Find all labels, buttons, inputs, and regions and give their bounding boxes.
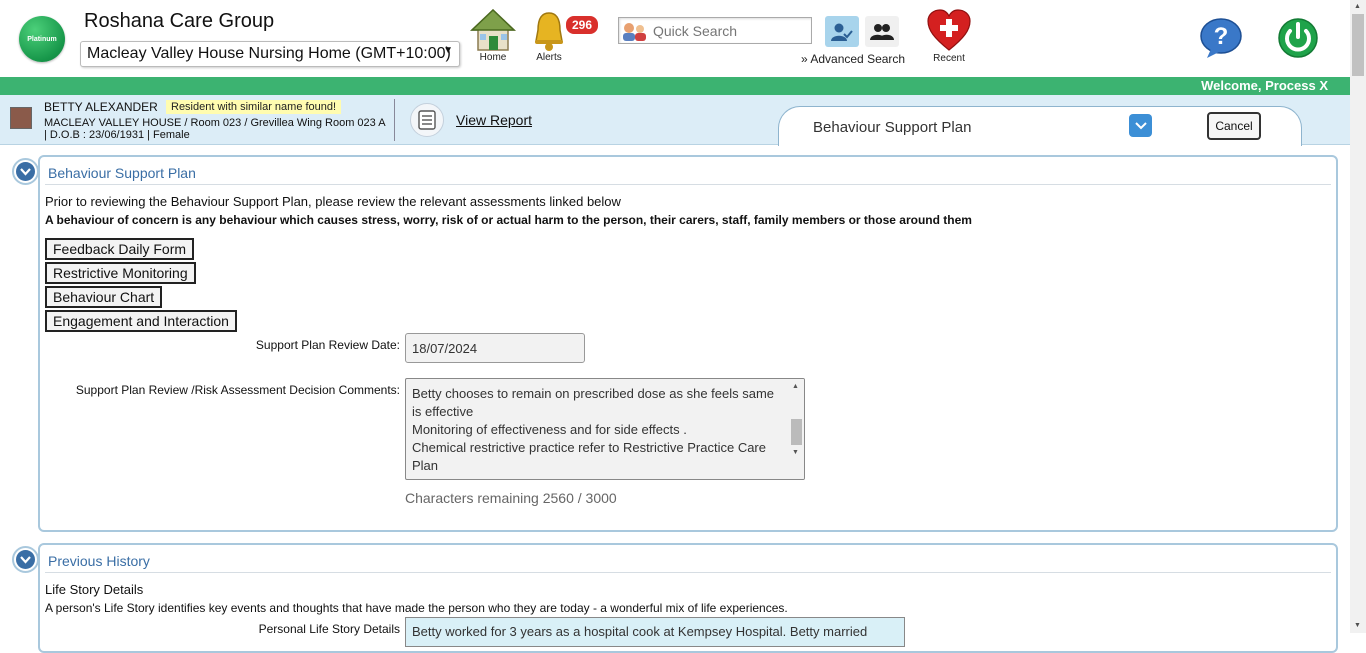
heart-plus-icon (927, 9, 971, 51)
people-search-icon (623, 23, 646, 41)
chevron-down-icon: ▼ (443, 45, 453, 56)
life-story-text: Betty worked for 3 years as a hospital c… (412, 624, 868, 639)
quick-search-input[interactable] (651, 21, 809, 41)
view-report-link[interactable]: View Report (456, 112, 532, 128)
staff-search-button[interactable] (865, 16, 899, 47)
comment-line: Betty chooses to remain on prescribed do… (412, 386, 775, 401)
document-icon (418, 110, 436, 130)
advanced-search-label: Advanced Search (810, 52, 906, 66)
alerts-button[interactable]: Alerts (530, 10, 568, 63)
top-header: Platinum Roshana Care Group Macleay Vall… (0, 0, 1366, 77)
textarea-scrollbar[interactable]: ▲ ▼ (788, 379, 804, 479)
form-tab: Behaviour Support Plan Cancel (778, 106, 1302, 146)
comment-line: Monitoring of effectiveness and for side… (412, 422, 687, 437)
power-icon[interactable] (1277, 15, 1319, 59)
comments-textarea[interactable]: Betty chooses to remain on prescribed do… (405, 378, 805, 480)
review-date-label: Support Plan Review Date: (255, 338, 400, 352)
page-scrollbar[interactable]: ▲ ▼ (1350, 0, 1366, 633)
feedback-daily-form-button[interactable]: Feedback Daily Form (45, 238, 195, 260)
life-story-textarea[interactable]: Betty worked for 3 years as a hospital c… (405, 617, 905, 647)
form-tab-title: Behaviour Support Plan (813, 119, 972, 136)
double-chevron-icon: » (801, 52, 808, 66)
life-story-label: Personal Life Story Details (258, 622, 400, 636)
resident-select-button[interactable] (825, 16, 859, 47)
recent-label: Recent (933, 53, 965, 64)
platinum-logo[interactable]: Platinum (19, 16, 65, 62)
home-icon (470, 8, 516, 51)
section-title: Behaviour Support Plan (48, 165, 196, 181)
section-divider (45, 184, 1331, 185)
recent-button[interactable]: Recent (926, 8, 972, 64)
welcome-bar: Welcome, Process X (0, 77, 1350, 95)
svg-text:?: ? (1214, 23, 1229, 50)
intro-text: Prior to reviewing the Behaviour Support… (45, 194, 621, 209)
scroll-down-icon[interactable]: ▼ (792, 449, 799, 456)
definition-text: A behaviour of concern is any behaviour … (45, 213, 972, 227)
facility-value: Macleay Valley House Nursing Home (GMT+1… (87, 45, 451, 62)
life-story-heading: Life Story Details (45, 582, 144, 597)
facility-select[interactable]: Macleay Valley House Nursing Home (GMT+1… (80, 41, 460, 67)
cancel-button[interactable]: Cancel (1207, 112, 1261, 140)
alerts-label: Alerts (536, 52, 562, 63)
home-button[interactable]: Home (470, 8, 516, 63)
bell-icon (535, 12, 563, 51)
resident-details: | D.O.B : 23/06/1931 | Female (44, 129, 190, 141)
section-divider (45, 572, 1331, 573)
advanced-search-link[interactable]: » Advanced Search (801, 52, 905, 66)
page-scroll-thumb[interactable] (1352, 14, 1364, 76)
users-icon (870, 23, 894, 40)
resident-location: MACLEAY VALLEY HOUSE / Room 023 / Grevil… (44, 117, 386, 129)
comment-line: Plan (412, 458, 439, 473)
review-date-input[interactable] (405, 333, 585, 363)
form-dropdown-button[interactable] (1129, 114, 1152, 137)
comment-line: is effective (412, 404, 474, 419)
alerts-count-badge[interactable]: 296 (564, 14, 601, 36)
section-toggle[interactable] (12, 158, 39, 185)
home-label: Home (479, 52, 507, 63)
user-check-icon (831, 23, 853, 41)
welcome-text: Welcome, Process X (1201, 78, 1328, 93)
chevron-down-icon (20, 555, 31, 564)
scroll-up-icon[interactable]: ▲ (792, 383, 799, 390)
section-toggle[interactable] (12, 546, 39, 573)
comment-line: Chemical restrictive practice refer to R… (412, 440, 766, 455)
section-title: Previous History (48, 553, 150, 569)
engagement-interaction-button[interactable]: Engagement and Interaction (45, 310, 237, 332)
report-icon[interactable] (410, 103, 444, 137)
restrictive-monitoring-button[interactable]: Restrictive Monitoring (45, 262, 196, 284)
chevron-down-icon (20, 167, 31, 176)
org-name: Roshana Care Group (84, 10, 275, 32)
similar-name-warning: Resident with similar name found! (166, 100, 342, 114)
life-story-description: A person's Life Story identifies key eve… (45, 601, 788, 615)
behaviour-chart-button[interactable]: Behaviour Chart (45, 286, 163, 308)
characters-remaining: Characters remaining 2560 / 3000 (405, 490, 617, 506)
help-icon[interactable]: ? (1199, 17, 1243, 59)
divider (394, 99, 395, 141)
comments-label: Support Plan Review /Risk Assessment Dec… (75, 383, 400, 397)
resident-photo[interactable] (10, 107, 32, 129)
scroll-down-icon[interactable]: ▼ (1354, 622, 1361, 629)
resident-name[interactable]: BETTY ALEXANDER (44, 100, 158, 114)
scroll-up-icon[interactable]: ▲ (1354, 3, 1361, 10)
chevron-down-icon (1134, 121, 1147, 129)
scroll-thumb[interactable] (791, 419, 802, 445)
quick-search[interactable] (618, 17, 812, 44)
